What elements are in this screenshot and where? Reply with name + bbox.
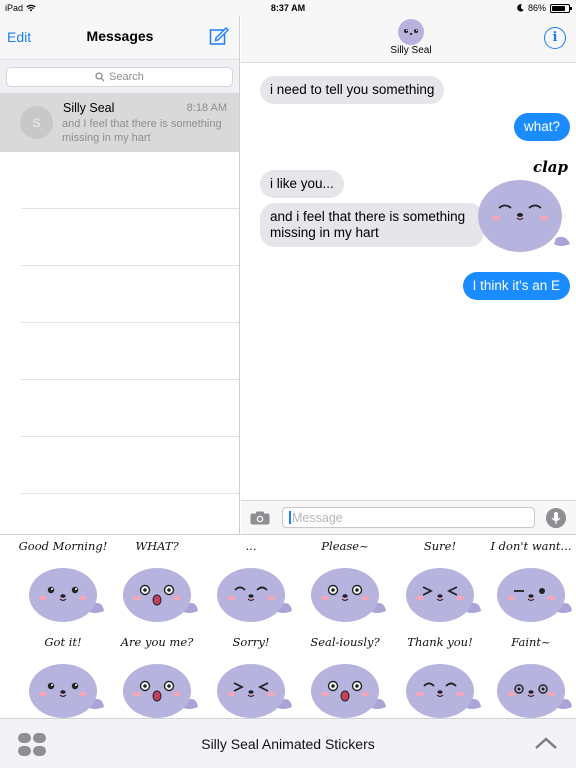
search-icon xyxy=(95,72,105,82)
compose-icon[interactable] xyxy=(209,26,229,46)
chevron-up-icon[interactable] xyxy=(534,735,558,751)
search-placeholder: Search xyxy=(109,71,144,83)
conversation-time: 8:18 AM xyxy=(186,102,227,114)
conversations-title: Messages xyxy=(86,28,154,44)
sticker-caption: Please~ xyxy=(321,539,369,553)
sticker-item[interactable]: Sure! xyxy=(393,535,487,623)
sticker-item[interactable]: Got it! xyxy=(16,631,110,719)
sticker-item[interactable]: Are you me? xyxy=(110,631,204,719)
sticker-pack-title: Silly Seal Animated Stickers xyxy=(201,736,375,752)
conversation-name: Silly Seal xyxy=(63,101,115,115)
divider xyxy=(21,322,239,323)
microphone-icon[interactable] xyxy=(546,508,566,528)
message-bubble-incoming: i like you... xyxy=(260,170,344,198)
sticker-caption: ... xyxy=(245,539,257,553)
sticker-caption: Seal-iously? xyxy=(310,635,380,649)
inline-sticker[interactable]: clap xyxy=(474,156,574,256)
sticker-item[interactable]: WHAT? xyxy=(110,535,204,623)
seal-face-icon xyxy=(404,29,418,35)
avatar: S xyxy=(20,106,53,139)
info-button[interactable]: i xyxy=(544,27,566,49)
divider xyxy=(21,208,239,209)
sticker-caption: Faint~ xyxy=(511,635,551,649)
contact-name[interactable]: Silly Seal xyxy=(241,45,576,56)
sticker-item[interactable]: Please~ xyxy=(298,535,392,623)
status-time: 8:37 AM xyxy=(270,3,306,13)
message-placeholder: Message xyxy=(292,511,343,525)
sticker-caption: Got it! xyxy=(44,635,82,649)
message-bubble-incoming: i need to tell you something xyxy=(260,76,445,104)
battery-icon xyxy=(550,3,572,13)
sticker-caption: Good Morning! xyxy=(18,539,108,553)
text-caret xyxy=(289,511,291,524)
camera-icon[interactable] xyxy=(250,511,270,525)
app-drawer-bar: Silly Seal Animated Stickers xyxy=(0,718,576,768)
sticker-item[interactable]: Faint~ xyxy=(484,631,576,719)
sticker-caption: Sorry! xyxy=(232,635,270,649)
conversation-preview: and I feel that there is something missi… xyxy=(62,118,222,144)
sticker-item[interactable]: Thank you! xyxy=(393,631,487,719)
status-right: 86% xyxy=(517,3,572,13)
search-container: Search xyxy=(0,60,239,93)
chat-pane: Silly Seal i i need to tell you somethin… xyxy=(241,16,576,534)
battery-percent: 86% xyxy=(527,3,546,13)
sticker-item[interactable]: Good Morning! xyxy=(16,535,110,623)
sticker-caption: Are you me? xyxy=(120,635,194,649)
message-input[interactable]: Message xyxy=(282,507,535,528)
sticker-item[interactable]: ... xyxy=(204,535,298,623)
sticker-caption: WHAT? xyxy=(135,539,179,553)
message-bubble-outgoing: what? xyxy=(513,113,570,141)
conversations-pane: Edit Messages Search S Silly Seal 8:18 A… xyxy=(0,16,240,534)
message-bubble-outgoing: I think it's an E xyxy=(462,272,570,300)
sticker-drawer: Good Morning! WHAT? ... Please~ Sure! I … xyxy=(0,534,576,718)
divider xyxy=(21,436,239,437)
message-composer: Message xyxy=(241,500,576,534)
sticker-item[interactable]: I don't want... xyxy=(484,535,576,623)
conversations-header: Edit Messages xyxy=(0,16,239,60)
sticker-caption: I don't want... xyxy=(490,539,572,553)
sticker-caption: Thank you! xyxy=(407,635,473,649)
conversation-row[interactable]: S Silly Seal 8:18 AM and I feel that the… xyxy=(0,93,239,152)
divider xyxy=(21,379,239,380)
search-input[interactable]: Search xyxy=(6,67,233,87)
status-bar: iPad 8:37 AM 86% xyxy=(0,0,576,16)
divider xyxy=(21,265,239,266)
chat-header: Silly Seal i xyxy=(241,16,576,63)
sticker-caption: Sure! xyxy=(423,539,457,553)
sticker-item[interactable]: Seal-iously? xyxy=(298,631,392,719)
divider xyxy=(21,493,239,494)
sticker-caption: clap xyxy=(532,158,568,176)
sticker-item[interactable]: Sorry! xyxy=(204,631,298,719)
contact-avatar[interactable] xyxy=(398,19,424,45)
moon-icon xyxy=(517,4,524,12)
message-bubble-incoming: and i feel that there is something missi… xyxy=(260,203,484,247)
